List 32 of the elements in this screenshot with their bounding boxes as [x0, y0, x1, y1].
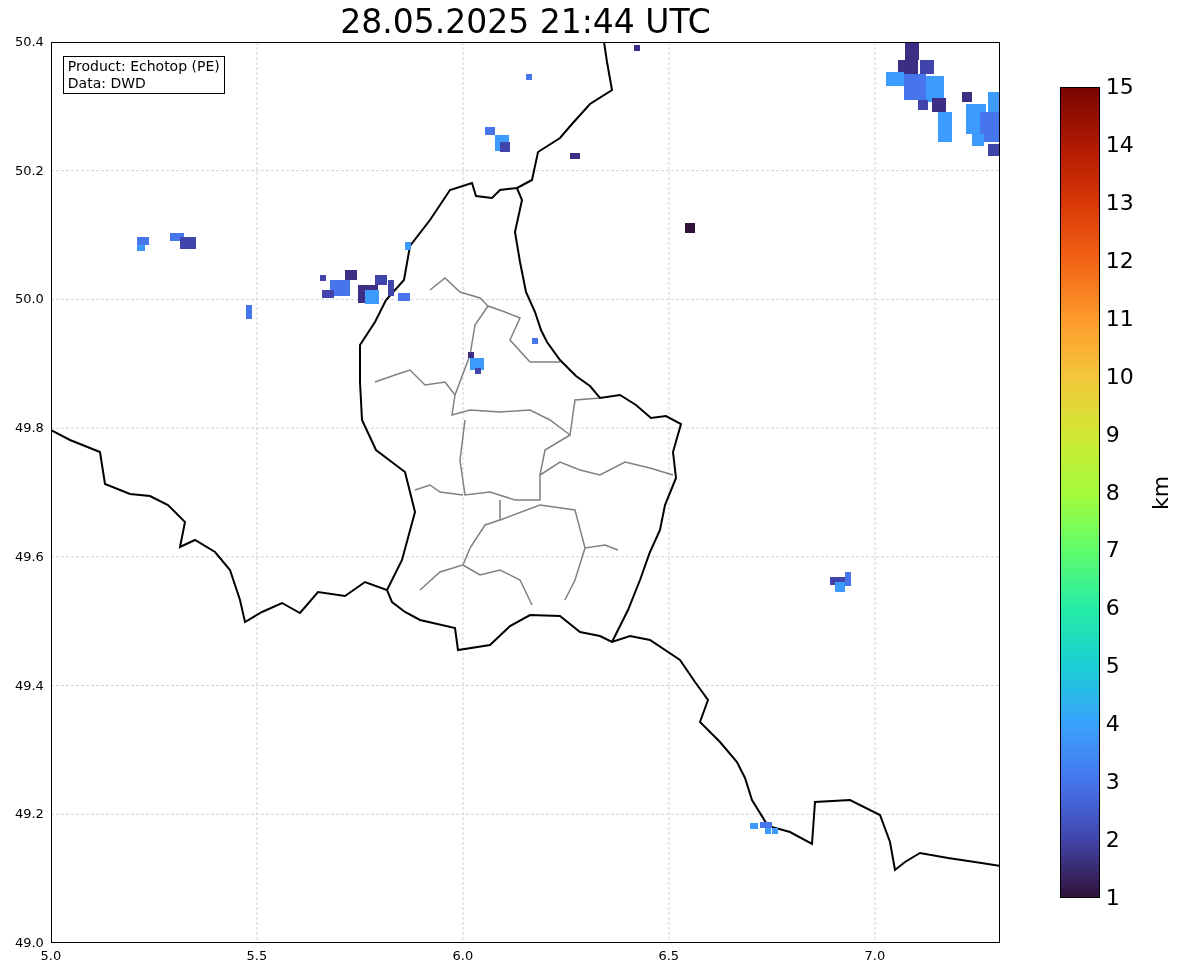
colorbar-tick-label: 2 — [1105, 828, 1120, 853]
y-tick-label: 50.0 — [14, 292, 44, 307]
y-tick-label: 50.4 — [14, 35, 44, 49]
x-tick-label: 5.5 — [246, 949, 268, 963]
colorbar-tick-label: 4 — [1105, 712, 1120, 737]
colorbar-tick-label: 13 — [1105, 190, 1134, 215]
colorbar-label: km — [1148, 475, 1173, 510]
x-tick-label: 6.5 — [658, 949, 680, 963]
y-tick-label: 49.0 — [14, 936, 44, 950]
x-tick-label: 5.0 — [40, 949, 62, 963]
y-tick-label: 49.2 — [14, 807, 44, 822]
y-tick-label: 49.4 — [14, 678, 44, 693]
chart-title: 28.05.2025 21:44 UTC — [340, 2, 711, 42]
x-tick-label: 7.0 — [864, 949, 886, 963]
colorbar-tick-label: 9 — [1105, 422, 1120, 447]
colorbar-tick-label: 14 — [1105, 132, 1134, 157]
y-tick-label: 49.6 — [14, 549, 44, 564]
colorbar-tick-label: 10 — [1105, 364, 1134, 389]
colorbar-tick-label: 7 — [1105, 538, 1120, 563]
info-text: Product: Echotop (PE) — [67, 58, 220, 75]
info-text: Data: DWD — [67, 75, 147, 92]
colorbar-tick-label: 6 — [1105, 596, 1120, 621]
y-tick-label: 49.8 — [14, 421, 44, 436]
colorbar-tick-label: 15 — [1105, 75, 1134, 99]
colorbar-tick-label: 11 — [1105, 306, 1134, 331]
colorbar-tick-label: 3 — [1105, 770, 1120, 795]
x-tick-label: 6.0 — [452, 949, 474, 963]
colorbar-tick-label: 1 — [1105, 886, 1120, 910]
colorbar-tick-label: 5 — [1105, 654, 1120, 679]
colorbar-tick-label: 12 — [1105, 248, 1134, 273]
colorbar-tick-label: 8 — [1105, 480, 1120, 505]
y-tick-label: 50.2 — [14, 163, 44, 178]
